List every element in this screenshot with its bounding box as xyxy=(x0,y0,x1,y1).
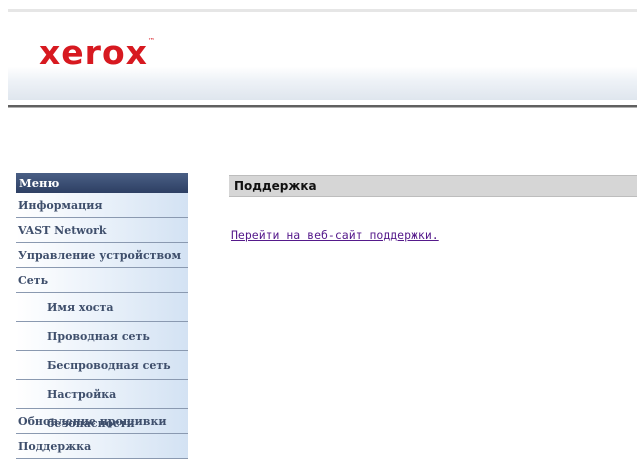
sidebar-item-label: Беспроводная сеть xyxy=(47,359,171,372)
page-title: Поддержка xyxy=(234,179,317,193)
sidebar-item-device-management[interactable]: Управление устройством xyxy=(16,243,188,268)
sidebar-item-label: Сеть xyxy=(18,274,49,287)
sidebar-item-label: Проводная сеть xyxy=(47,330,150,343)
header-divider xyxy=(8,105,637,108)
sidebar-item-label: Обновление прошивки xyxy=(18,415,167,428)
sidebar-item-wired-network[interactable]: Проводная сеть xyxy=(16,322,188,351)
sidebar-item-label: VAST Network xyxy=(18,224,107,237)
page-header: xerox™ xyxy=(8,12,637,100)
support-website-link[interactable]: Перейти на веб-сайт поддержки. xyxy=(231,228,439,242)
logo-text: xerox xyxy=(39,33,148,72)
section-header: Поддержка xyxy=(229,175,637,197)
sidebar-item-security-settings[interactable]: Настройка безопасности xyxy=(16,380,188,430)
sidebar-item-information[interactable]: Информация xyxy=(16,193,188,218)
xerox-logo: xerox™ xyxy=(39,36,155,69)
sidebar-item-label: Управление устройством xyxy=(18,249,182,262)
sidebar-item-firmware-update[interactable]: Обновление прошивки xyxy=(16,409,188,434)
sidebar-item-label: Информация xyxy=(18,199,103,212)
sidebar-item-wireless-network[interactable]: Беспроводная сеть xyxy=(16,351,188,380)
sidebar-item-network[interactable]: Сеть xyxy=(16,268,188,293)
sidebar-menu: Меню Информация VAST Network Управление … xyxy=(16,173,188,459)
sidebar-item-vast-network[interactable]: VAST Network xyxy=(16,218,188,243)
trademark-mark: ™ xyxy=(147,37,155,45)
menu-title: Меню xyxy=(16,173,188,193)
sidebar-item-label: Имя хоста xyxy=(47,301,114,314)
sidebar-item-hostname[interactable]: Имя хоста xyxy=(16,293,188,322)
